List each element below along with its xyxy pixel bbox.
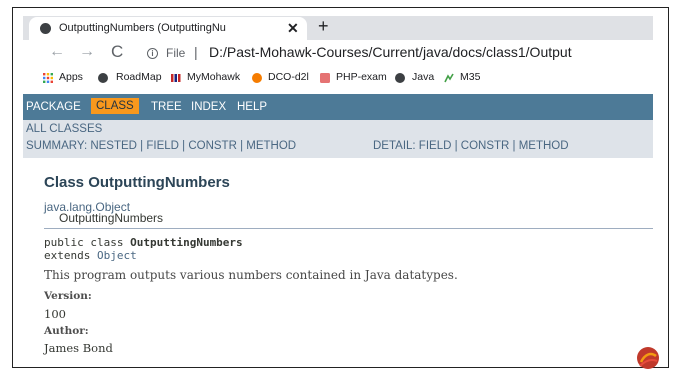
bookmark-m35[interactable]: M35 bbox=[460, 71, 480, 83]
bookmark-mymohawk[interactable]: MyMohawk bbox=[187, 71, 240, 83]
signature-prefix: public class bbox=[44, 236, 131, 249]
summary-links[interactable]: SUMMARY: NESTED | FIELD | CONSTR | METHO… bbox=[26, 140, 296, 152]
reload-icon[interactable]: C bbox=[111, 42, 123, 62]
d2l-icon bbox=[252, 73, 262, 83]
tab-bar: OutputtingNumbers (OutputtingNu ✕ + bbox=[23, 16, 653, 40]
nav-index[interactable]: INDEX bbox=[191, 101, 226, 113]
url-input[interactable]: D:/Past-Mohawk-Courses/Current/java/docs… bbox=[209, 44, 572, 60]
bookmark-php-exam[interactable]: PHP-exam bbox=[336, 71, 387, 83]
extends-line: extends Object bbox=[44, 249, 137, 262]
detail-links[interactable]: DETAIL: FIELD | CONSTR | METHOD bbox=[373, 140, 569, 152]
close-tab-icon[interactable]: ✕ bbox=[287, 20, 299, 37]
javadoc-navbar: PACKAGE CLASS TREE INDEX HELP bbox=[23, 94, 653, 120]
javadoc-subnav: ALL CLASSES SUMMARY: NESTED | FIELD | CO… bbox=[23, 120, 653, 158]
address-bar-row: ← → C i File | D:/Past-Mohawk-Courses/Cu… bbox=[23, 40, 653, 67]
browser-window: OutputtingNumbers (OutputtingNu ✕ + ← → … bbox=[23, 16, 653, 362]
bookmark-apps[interactable]: Apps bbox=[59, 71, 83, 83]
nav-help[interactable]: HELP bbox=[237, 101, 267, 113]
globe-icon bbox=[395, 73, 405, 83]
author-value: James Bond bbox=[44, 341, 113, 355]
slide-logo-icon bbox=[637, 347, 659, 369]
globe-icon bbox=[98, 73, 108, 83]
info-icon[interactable]: i bbox=[147, 48, 158, 59]
mohawk-bars-icon bbox=[171, 74, 181, 82]
divider bbox=[44, 228, 653, 229]
inheritance-class: OutputtingNumbers bbox=[59, 211, 164, 225]
extends-prefix: extends bbox=[44, 249, 97, 262]
extends-object-link[interactable]: Object bbox=[97, 249, 137, 262]
bookmark-roadmap[interactable]: RoadMap bbox=[116, 71, 162, 83]
php-icon bbox=[320, 73, 330, 83]
nav-tree[interactable]: TREE bbox=[151, 101, 182, 113]
bookmark-java[interactable]: Java bbox=[412, 71, 434, 83]
all-classes-link[interactable]: ALL CLASSES bbox=[26, 123, 102, 135]
class-description: This program outputs various numbers con… bbox=[44, 268, 458, 282]
forward-icon[interactable]: → bbox=[79, 43, 95, 61]
signature-name: OutputtingNumbers bbox=[130, 236, 243, 249]
browser-tab[interactable]: OutputtingNumbers (OutputtingNu ✕ bbox=[29, 17, 307, 40]
url-scheme-label: File bbox=[166, 46, 186, 60]
apps-grid-icon bbox=[43, 73, 53, 83]
version-label: Version: bbox=[44, 290, 92, 302]
m-icon bbox=[444, 73, 454, 83]
page-title: Class OutputtingNumbers bbox=[44, 174, 230, 191]
bookmark-dco-d2l[interactable]: DCO-d2l bbox=[268, 71, 309, 83]
version-value: 100 bbox=[44, 307, 66, 321]
author-label: Author: bbox=[44, 325, 89, 337]
nav-package[interactable]: PACKAGE bbox=[26, 101, 81, 113]
back-icon[interactable]: ← bbox=[49, 43, 65, 61]
nav-class[interactable]: CLASS bbox=[91, 98, 139, 114]
url-separator: | bbox=[194, 44, 198, 60]
tab-title: OutputtingNumbers (OutputtingNu bbox=[59, 22, 226, 34]
class-signature: public class OutputtingNumbers bbox=[44, 236, 243, 249]
globe-icon bbox=[40, 23, 51, 34]
bookmarks-bar: Apps RoadMap MyMohawk DCO-d2l PHP-exam J… bbox=[23, 67, 653, 89]
new-tab-button[interactable]: + bbox=[318, 16, 329, 37]
